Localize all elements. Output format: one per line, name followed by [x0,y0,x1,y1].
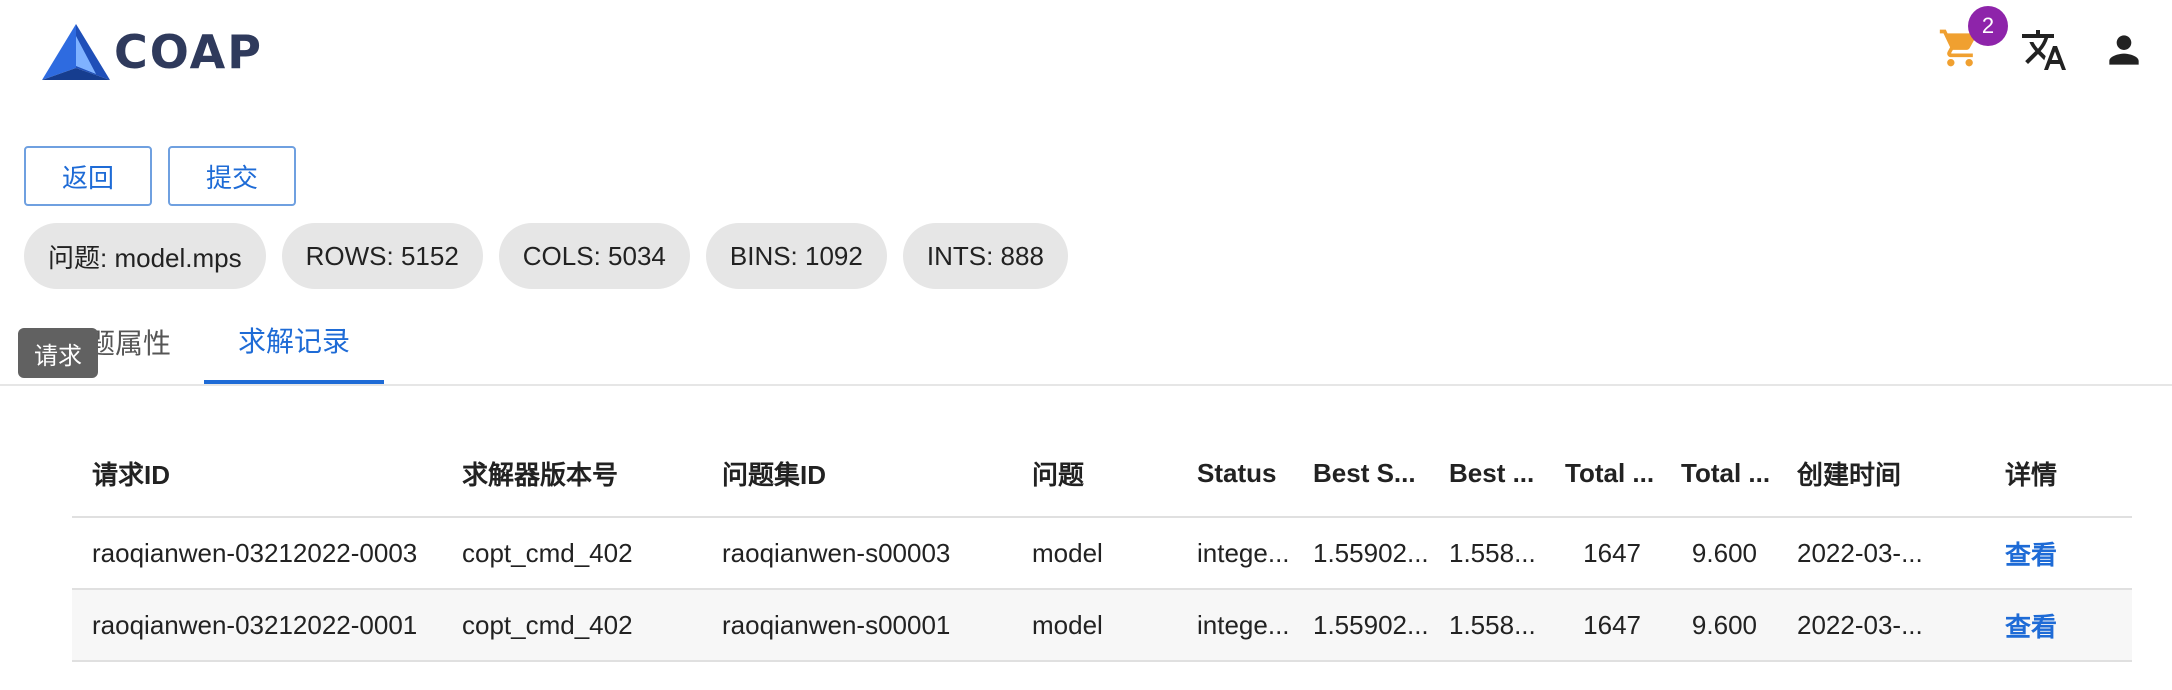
cell-status: intege... [1177,589,1293,662]
cell-created-time: 2022-03-... [1777,517,1985,590]
problem-info-chips: 问题: model.mps ROWS: 5152 COLS: 5034 BINS… [24,223,1068,289]
translate-button[interactable] [2020,26,2068,74]
col-header-status[interactable]: Status [1177,430,1293,518]
cell-problemset-id: raoqianwen-s00001 [702,589,1012,662]
logo-mark-icon [42,24,110,80]
cell-problem: model [1012,517,1177,590]
translate-icon [2022,30,2066,70]
cell-best-bound: 1.558... [1429,589,1545,662]
view-details-link[interactable]: 查看 [2005,540,2057,570]
table-row: raoqianwen-03212022-0003 copt_cmd_402 ra… [72,517,2132,590]
cell-total-2: 9.600 [1661,517,1777,590]
tab-bar: 问题属性 求解记录 [0,300,2172,386]
col-header-total-1[interactable]: Total ... [1545,430,1661,518]
cell-best-bound: 1.558... [1429,517,1545,590]
cell-problemset-id: raoqianwen-s00003 [702,517,1012,590]
col-header-best-bound[interactable]: Best ... [1429,430,1545,518]
cell-request-id: raoqianwen-03212022-0001 [72,589,442,662]
chip-bins: BINS: 1092 [705,223,887,289]
submit-button[interactable]: 提交 [168,146,296,206]
view-details-link[interactable]: 查看 [2005,612,2057,642]
col-header-created-time[interactable]: 创建时间 [1777,430,1985,518]
back-button[interactable]: 返回 [24,146,152,206]
chip-cols: COLS: 5034 [498,223,690,289]
cell-details: 查看 [1985,517,2132,590]
col-header-problem[interactable]: 问题 [1012,430,1177,518]
cart-count-badge: 2 [1968,6,2008,46]
cell-total-1: 1647 [1545,517,1661,590]
cell-details: 查看 [1985,589,2132,662]
account-icon [2109,35,2139,65]
col-header-details[interactable]: 详情 [1985,430,2132,518]
cell-total-1: 1647 [1545,589,1661,662]
cell-status: intege... [1177,517,1293,590]
cell-best-solution: 1.55902... [1293,589,1429,662]
col-header-total-2[interactable]: Total ... [1661,430,1777,518]
cell-problem: model [1012,589,1177,662]
cell-solver-version: copt_cmd_402 [442,589,702,662]
account-button[interactable] [2102,28,2146,72]
chip-problem: 问题: model.mps [24,223,266,289]
cell-best-solution: 1.55902... [1293,517,1429,590]
col-header-best-solution[interactable]: Best S... [1293,430,1429,518]
chip-rows: ROWS: 5152 [281,223,483,289]
cell-total-2: 9.600 [1661,589,1777,662]
cell-solver-version: copt_cmd_402 [442,517,702,590]
app-logo[interactable]: COAP [40,20,263,84]
col-header-request-id[interactable]: 请求ID [72,430,442,518]
tooltip: 请求 [18,328,98,378]
solve-records-table: 请求ID 求解器版本号 问题集ID 问题 Status Best S... Be… [72,430,2132,662]
cell-created-time: 2022-03-... [1777,589,1985,662]
cell-request-id: raoqianwen-03212022-0003 [72,517,442,590]
col-header-problemset-id[interactable]: 问题集ID [702,430,1012,518]
col-header-solver-version[interactable]: 求解器版本号 [442,430,702,518]
table-row: raoqianwen-03212022-0001 copt_cmd_402 ra… [72,589,2132,662]
table-header-row: 请求ID 求解器版本号 问题集ID 问题 Status Best S... Be… [72,430,2132,518]
tab-solve-records[interactable]: 求解记录 [204,300,384,384]
logo-text: COAP [114,25,263,79]
chip-ints: INTS: 888 [902,223,1068,289]
